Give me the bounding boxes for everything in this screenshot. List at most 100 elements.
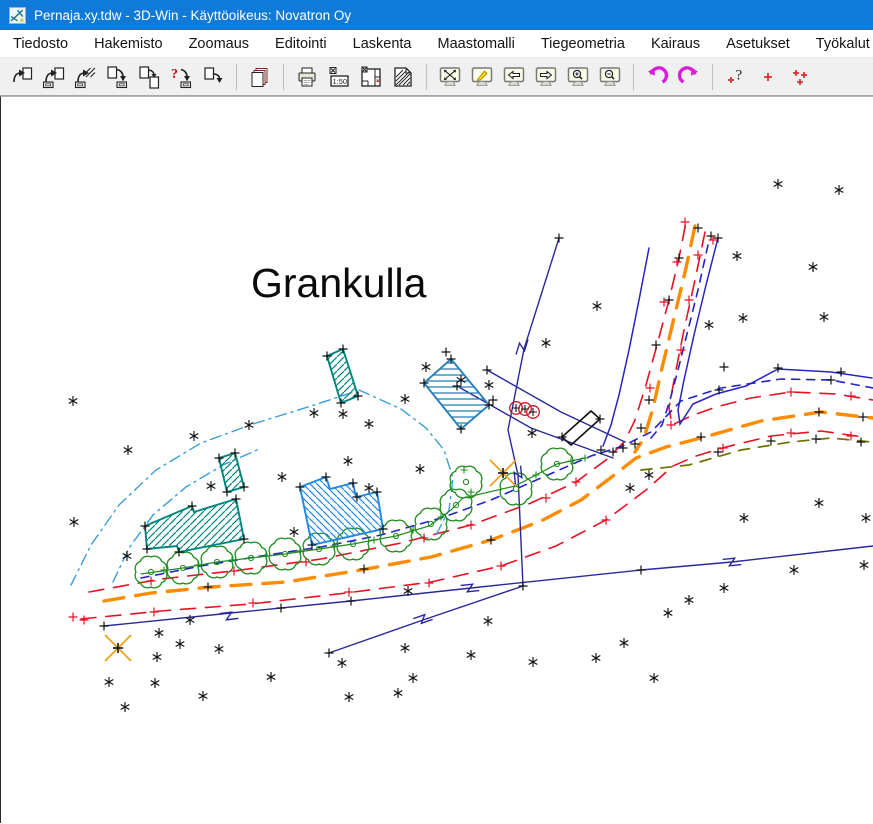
survey-point[interactable]: [190, 431, 199, 441]
survey-point[interactable]: [176, 639, 185, 649]
plus-point[interactable]: [859, 413, 868, 422]
plus-point[interactable]: [619, 444, 628, 453]
survey-point[interactable]: [593, 301, 602, 311]
survey-point[interactable]: [820, 312, 829, 322]
clipboard-copy-button[interactable]: [245, 62, 275, 92]
survey-point[interactable]: [207, 481, 216, 491]
red-plus-point[interactable]: [787, 429, 796, 438]
read-file-button[interactable]: [6, 62, 36, 92]
green-plus-point[interactable]: [263, 553, 270, 560]
survey-point[interactable]: [338, 658, 347, 668]
plus-point[interactable]: [675, 254, 684, 263]
save-file-as-button[interactable]: [134, 62, 164, 92]
cable-blue-dashed[interactable]: [141, 379, 873, 578]
building[interactable]: [219, 453, 244, 492]
red-plus-point[interactable]: [667, 421, 676, 430]
survey-point[interactable]: [344, 456, 353, 466]
point-add-multi-button[interactable]: [785, 62, 815, 92]
red-plus-point[interactable]: [685, 296, 694, 305]
survey-point[interactable]: [199, 691, 208, 701]
survey-point[interactable]: [815, 498, 824, 508]
survey-point[interactable]: [416, 464, 425, 474]
menu-item-maastomalli[interactable]: Maastomalli: [424, 36, 527, 52]
zoom-all-button[interactable]: [435, 62, 465, 92]
plus-point[interactable]: [204, 583, 213, 592]
menu-item-zoomaus[interactable]: Zoomaus: [176, 36, 262, 52]
green-plus-point[interactable]: [229, 557, 236, 564]
zoom-window-button[interactable]: [467, 62, 497, 92]
plus-point[interactable]: [707, 232, 716, 241]
save-file-button[interactable]: [102, 62, 132, 92]
plus-point[interactable]: [714, 234, 723, 243]
red-plus-point[interactable]: [497, 562, 506, 571]
red-plus-point[interactable]: [302, 558, 311, 567]
survey-point[interactable]: [69, 396, 78, 406]
fill-settings-button[interactable]: [388, 62, 418, 92]
write-file-button[interactable]: [198, 62, 228, 92]
scale-button[interactable]: 1:50: [324, 62, 354, 92]
survey-point[interactable]: [485, 380, 494, 390]
survey-point[interactable]: [790, 565, 799, 575]
menu-item-hakemisto[interactable]: Hakemisto: [81, 36, 176, 52]
survey-point[interactable]: [339, 409, 348, 419]
tree-symbol[interactable]: [500, 473, 532, 505]
menu-item-tiegeometria[interactable]: Tiegeometria: [528, 36, 638, 52]
survey-point[interactable]: [245, 420, 254, 430]
survey-point[interactable]: [365, 483, 374, 493]
survey-point[interactable]: [345, 692, 354, 702]
plus-point[interactable]: [720, 363, 729, 372]
building[interactable]: [327, 349, 358, 403]
red-plus-point[interactable]: [673, 258, 682, 267]
survey-point[interactable]: [278, 472, 287, 482]
survey-point[interactable]: [484, 616, 493, 626]
print-button[interactable]: [292, 62, 322, 92]
red-plus-point[interactable]: [602, 516, 611, 525]
green-plus-point[interactable]: [533, 472, 540, 479]
survey-point[interactable]: [645, 470, 654, 480]
zoom-out-button[interactable]: [595, 62, 625, 92]
survey-point[interactable]: [401, 643, 410, 653]
survey-point[interactable]: [105, 677, 114, 687]
plus-point[interactable]: [652, 341, 661, 350]
plus-point[interactable]: [483, 366, 492, 375]
branch-blue-left[interactable]: [603, 248, 649, 446]
survey-point[interactable]: [740, 513, 749, 523]
plus-point[interactable]: [857, 438, 866, 447]
plus-point[interactable]: [442, 348, 451, 357]
plus-point[interactable]: [637, 424, 646, 433]
plus-point[interactable]: [487, 536, 496, 545]
undo-button[interactable]: [642, 62, 672, 92]
plus-point[interactable]: [665, 296, 674, 305]
road-edge-upper-east[interactable]: [669, 232, 873, 425]
red-plus-point[interactable]: [467, 521, 476, 530]
survey-point[interactable]: [620, 638, 629, 648]
plus-point[interactable]: [100, 622, 109, 631]
green-plus-point[interactable]: [195, 562, 202, 569]
survey-point[interactable]: [862, 513, 871, 523]
red-plus-point[interactable]: [719, 444, 728, 453]
survey-point[interactable]: [365, 419, 374, 429]
survey-point[interactable]: [626, 483, 635, 493]
survey-point[interactable]: [153, 652, 162, 662]
plus-point[interactable]: [827, 376, 836, 385]
red-plus-point[interactable]: [230, 567, 239, 576]
survey-point[interactable]: [664, 608, 673, 618]
survey-point[interactable]: [215, 644, 224, 654]
plus-point[interactable]: [645, 396, 654, 405]
survey-point[interactable]: [542, 338, 551, 348]
powerline-spur[interactable]: [329, 586, 523, 653]
zoom-in-button[interactable]: [563, 62, 593, 92]
pan-right-button[interactable]: [531, 62, 561, 92]
survey-point[interactable]: [529, 657, 538, 667]
survey-point[interactable]: [467, 650, 476, 660]
survey-point[interactable]: [409, 673, 418, 683]
survey-point[interactable]: [151, 678, 160, 688]
red-plus-point[interactable]: [80, 616, 89, 625]
plus-point[interactable]: [277, 604, 286, 613]
pan-left-button[interactable]: [499, 62, 529, 92]
survey-point[interactable]: [124, 445, 133, 455]
survey-point[interactable]: [155, 628, 164, 638]
red-plus-point[interactable]: [69, 613, 78, 622]
green-plus-point[interactable]: [468, 489, 475, 496]
survey-point[interactable]: [310, 408, 319, 418]
